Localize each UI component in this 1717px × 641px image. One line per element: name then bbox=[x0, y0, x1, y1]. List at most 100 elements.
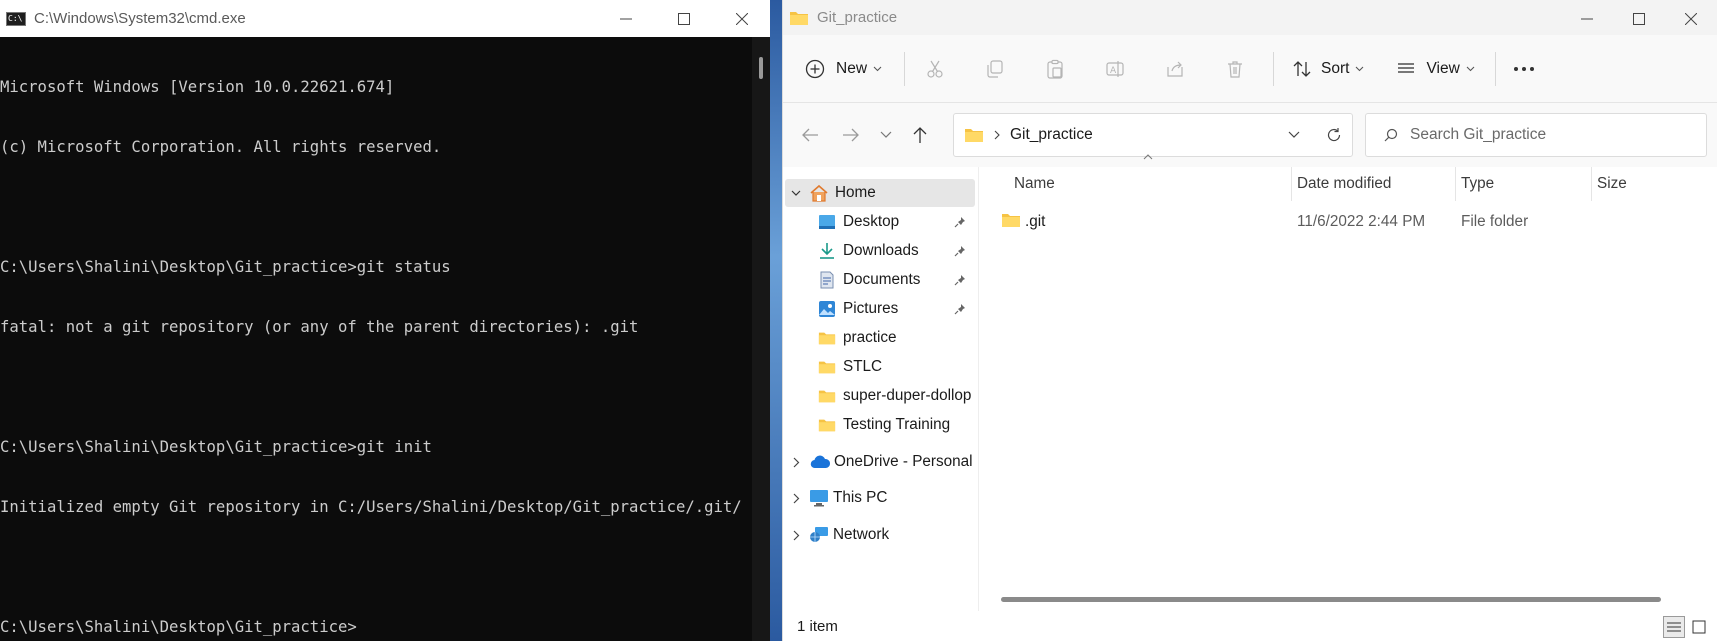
status-bar: 1 item bbox=[783, 611, 1717, 641]
pin-icon bbox=[954, 246, 965, 257]
file-name: .git bbox=[1025, 213, 1046, 230]
nav-label: This PC bbox=[833, 489, 888, 506]
column-header-size[interactable]: Size bbox=[1597, 167, 1627, 201]
file-date-modified: 11/6/2022 2:44 PM bbox=[1297, 213, 1426, 230]
navigation-pane: Home Desktop Downloads Documents Picture… bbox=[783, 167, 978, 611]
nav-item-pictures[interactable]: Pictures bbox=[783, 295, 978, 323]
console-line: Initialized empty Git repository in C:/U… bbox=[0, 498, 742, 516]
minimize-button[interactable] bbox=[597, 0, 655, 37]
chevron-right-icon[interactable] bbox=[793, 457, 800, 468]
recent-locations-button[interactable] bbox=[871, 120, 901, 150]
nav-item-documents[interactable]: Documents bbox=[783, 266, 978, 294]
maximize-button[interactable] bbox=[655, 0, 713, 37]
search-input[interactable]: Search Git_practice bbox=[1410, 126, 1546, 144]
list-view-icon bbox=[1398, 62, 1415, 73]
cmd-window[interactable]: C:\ C:\Windows\System32\cmd.exe Microsof… bbox=[0, 0, 770, 641]
search-icon bbox=[1384, 128, 1398, 142]
chevron-down-icon[interactable] bbox=[1288, 131, 1300, 139]
folder-icon bbox=[818, 332, 836, 345]
view-button[interactable]: View bbox=[1396, 49, 1475, 89]
clipboard-icon bbox=[1047, 59, 1063, 79]
scrollbar-thumb[interactable] bbox=[759, 57, 763, 79]
nav-item-super-duper-dollop[interactable]: super-duper-dollop bbox=[783, 382, 978, 410]
cmd-titlebar[interactable]: C:\ C:\Windows\System32\cmd.exe bbox=[0, 0, 770, 37]
file-row[interactable]: .git 11/6/2022 2:44 PM File folder bbox=[979, 207, 1717, 235]
delete-button[interactable] bbox=[1205, 49, 1265, 89]
explorer-window[interactable]: Git_practice New A Sort View Git_practic… bbox=[782, 0, 1717, 641]
up-button[interactable] bbox=[905, 120, 935, 150]
column-header-name[interactable]: Name bbox=[1014, 167, 1055, 201]
forward-button[interactable] bbox=[836, 120, 866, 150]
paste-button[interactable] bbox=[1025, 49, 1085, 89]
minimize-button[interactable] bbox=[1561, 0, 1613, 37]
home-icon bbox=[810, 184, 828, 202]
copy-button[interactable] bbox=[965, 49, 1025, 89]
cmd-app-icon: C:\ bbox=[6, 11, 26, 26]
chevron-down-icon[interactable] bbox=[791, 190, 801, 197]
back-button[interactable] bbox=[795, 120, 825, 150]
cloud-icon bbox=[810, 455, 831, 469]
cmd-scrollbar[interactable] bbox=[752, 37, 770, 641]
maximize-button[interactable] bbox=[1613, 0, 1665, 37]
file-list[interactable]: Name Date modified Type Size .git 11/6/2… bbox=[978, 154, 1717, 611]
column-label: Date modified bbox=[1297, 175, 1392, 192]
network-icon bbox=[810, 527, 828, 542]
plus-circle-icon bbox=[805, 59, 825, 78]
chevron-right-icon[interactable] bbox=[793, 530, 800, 541]
column-divider[interactable] bbox=[1591, 167, 1592, 201]
computer-icon bbox=[810, 490, 828, 507]
nav-item-stlc[interactable]: STLC bbox=[783, 353, 978, 381]
chevron-right-icon[interactable] bbox=[793, 493, 800, 504]
column-header-type[interactable]: Type bbox=[1461, 167, 1494, 201]
cut-button[interactable] bbox=[905, 49, 965, 89]
console-line: C:\Users\Shalini\Desktop\Git_practice>gi… bbox=[0, 258, 451, 276]
desktop: C:\ C:\Windows\System32\cmd.exe Microsof… bbox=[0, 0, 1717, 641]
new-button[interactable]: New bbox=[805, 49, 882, 89]
search-box[interactable]: Search Git_practice bbox=[1365, 113, 1707, 157]
details-view-button[interactable] bbox=[1663, 616, 1685, 638]
address-bar[interactable]: Git_practice bbox=[953, 113, 1353, 157]
cmd-console[interactable]: Microsoft Windows [Version 10.0.22621.67… bbox=[0, 37, 752, 641]
close-button[interactable] bbox=[713, 0, 771, 37]
console-line: (c) Microsoft Corporation. All rights re… bbox=[0, 138, 442, 156]
close-button[interactable] bbox=[1665, 0, 1717, 37]
share-button[interactable] bbox=[1145, 49, 1205, 89]
nav-item-home[interactable]: Home bbox=[785, 179, 975, 207]
tiles-view-icon bbox=[1692, 620, 1706, 634]
command-bar: New A Sort View bbox=[783, 35, 1717, 103]
nav-item-network[interactable]: Network bbox=[783, 521, 978, 549]
nav-label: practice bbox=[843, 329, 897, 346]
column-header-date[interactable]: Date modified bbox=[1297, 167, 1391, 201]
close-icon bbox=[1685, 12, 1697, 25]
tiles-view-button[interactable] bbox=[1688, 616, 1710, 638]
refresh-icon[interactable] bbox=[1326, 127, 1342, 143]
cmd-window-title: C:\Windows\System32\cmd.exe bbox=[34, 10, 246, 27]
horizontal-scrollbar[interactable] bbox=[1001, 597, 1661, 602]
column-divider[interactable] bbox=[1455, 167, 1456, 201]
sort-button[interactable]: Sort bbox=[1292, 49, 1364, 89]
explorer-titlebar[interactable]: Git_practice bbox=[783, 0, 1717, 35]
trash-icon bbox=[1228, 60, 1243, 78]
maximize-icon bbox=[1633, 12, 1645, 25]
breadcrumb[interactable]: Git_practice bbox=[1010, 126, 1093, 144]
column-divider[interactable] bbox=[1291, 167, 1292, 201]
more-options-button[interactable] bbox=[1496, 49, 1552, 89]
nav-item-onedrive[interactable]: OneDrive - Personal bbox=[783, 448, 978, 476]
downloads-icon bbox=[820, 243, 834, 259]
nav-label: Testing Training bbox=[843, 416, 951, 433]
nav-item-practice[interactable]: practice bbox=[783, 324, 978, 352]
nav-label: Home bbox=[835, 184, 876, 201]
nav-item-this-pc[interactable]: This PC bbox=[783, 484, 978, 512]
nav-item-testing-training[interactable]: Testing Training bbox=[783, 411, 978, 439]
nav-label: STLC bbox=[843, 358, 883, 375]
rename-button[interactable]: A bbox=[1085, 49, 1145, 89]
svg-text:A: A bbox=[1110, 66, 1117, 76]
console-line: Microsoft Windows [Version 10.0.22621.67… bbox=[0, 78, 395, 96]
nav-item-downloads[interactable]: Downloads bbox=[783, 237, 978, 265]
nav-item-desktop[interactable]: Desktop bbox=[783, 208, 978, 236]
console-prompt-line[interactable]: C:\Users\Shalini\Desktop\Git_practice> bbox=[0, 617, 752, 637]
scissors-icon bbox=[927, 60, 943, 78]
nav-label: Documents bbox=[843, 271, 921, 288]
nav-label: super-duper-dollop bbox=[843, 387, 972, 404]
